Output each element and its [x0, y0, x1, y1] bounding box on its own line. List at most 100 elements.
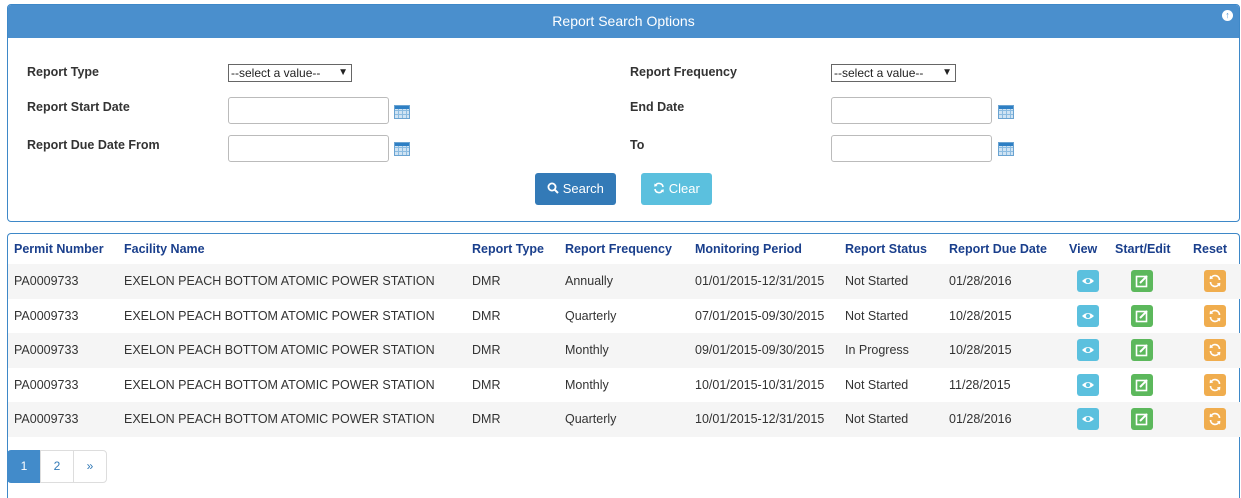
- search-panel: Report Search Options ↑ Report Type --se…: [7, 4, 1240, 222]
- table-row: PA0009733 EXELON PEACH BOTTOM ATOMIC POW…: [8, 299, 1241, 334]
- refresh-icon: [1209, 412, 1221, 426]
- search-button[interactable]: Search: [535, 173, 616, 205]
- monitoring-period-cell: 09/01/2015-09/30/2015: [695, 343, 825, 358]
- report-frequency-label: Report Frequency: [630, 65, 737, 79]
- reset-button[interactable]: [1204, 304, 1226, 327]
- col-permit-number[interactable]: Permit Number: [8, 234, 118, 264]
- edit-button[interactable]: [1131, 339, 1153, 362]
- facility-name-cell: EXELON PEACH BOTTOM ATOMIC POWER STATION: [124, 377, 435, 392]
- report-due-date-cell: 01/28/2016: [949, 274, 1012, 289]
- view-button[interactable]: [1077, 408, 1099, 431]
- report-type-cell: DMR: [472, 412, 501, 427]
- edit-icon: [1135, 310, 1148, 323]
- report-frequency-cell: Quarterly: [565, 412, 617, 427]
- monitoring-period-cell: 10/01/2015-12/31/2015: [695, 412, 825, 427]
- view-button[interactable]: [1077, 373, 1099, 396]
- search-panel-title: Report Search Options: [552, 13, 695, 29]
- table-row: PA0009733 EXELON PEACH BOTTOM ATOMIC POW…: [8, 402, 1241, 437]
- col-report-type[interactable]: Report Type: [466, 234, 559, 264]
- eye-icon: [1082, 347, 1094, 354]
- reports-table: Permit Number Facility Name Report Type …: [8, 234, 1241, 437]
- facility-name-cell: EXELON PEACH BOTTOM ATOMIC POWER STATION: [124, 308, 435, 323]
- calendar-icon[interactable]: [998, 142, 1014, 156]
- report-type-select[interactable]: --select a value-- ▼: [228, 64, 352, 82]
- report-status-cell: In Progress: [845, 343, 909, 358]
- to-label: To: [630, 138, 645, 152]
- eye-icon: [1082, 381, 1094, 388]
- to-date-input[interactable]: [831, 135, 992, 162]
- edit-icon: [1135, 275, 1148, 288]
- report-type-cell: DMR: [472, 377, 501, 392]
- report-due-date-cell: 10/28/2015: [949, 343, 1012, 358]
- pagination: 1 2 »: [7, 450, 107, 483]
- chevron-down-icon: ▼: [338, 67, 348, 78]
- reset-button[interactable]: [1204, 270, 1226, 293]
- reset-button[interactable]: [1204, 373, 1226, 396]
- col-report-status[interactable]: Report Status: [839, 234, 943, 264]
- permit-number-cell: PA0009733: [14, 412, 79, 427]
- report-type-label: Report Type: [27, 65, 99, 79]
- reset-button[interactable]: [1204, 408, 1226, 431]
- page-1-link[interactable]: 1: [7, 450, 41, 483]
- edit-button[interactable]: [1131, 408, 1153, 431]
- col-monitoring-period[interactable]: Monitoring Period: [689, 234, 839, 264]
- report-frequency-cell: Monthly: [565, 343, 609, 358]
- report-frequency-cell: Annually: [565, 274, 613, 289]
- table-header-row: Permit Number Facility Name Report Type …: [8, 234, 1241, 264]
- edit-icon: [1135, 413, 1148, 426]
- refresh-icon: [1209, 343, 1221, 357]
- report-start-date-label: Report Start Date: [27, 100, 130, 114]
- results-panel: Permit Number Facility Name Report Type …: [7, 233, 1241, 498]
- refresh-icon: [1209, 274, 1221, 288]
- end-date-input[interactable]: [831, 97, 992, 124]
- report-status-cell: Not Started: [845, 308, 909, 323]
- col-start-edit: Start/Edit: [1115, 242, 1171, 256]
- monitoring-period-cell: 10/01/2015-10/31/2015: [695, 377, 825, 392]
- report-status-cell: Not Started: [845, 377, 909, 392]
- search-panel-header[interactable]: Report Search Options ↑: [8, 5, 1239, 38]
- report-due-date-cell: 10/28/2015: [949, 308, 1012, 323]
- permit-number-cell: PA0009733: [14, 343, 79, 358]
- monitoring-period-cell: 01/01/2015-12/31/2015: [695, 274, 825, 289]
- edit-icon: [1135, 379, 1148, 392]
- facility-name-cell: EXELON PEACH BOTTOM ATOMIC POWER STATION: [124, 343, 435, 358]
- page-2-link[interactable]: 2: [40, 450, 74, 483]
- view-button[interactable]: [1077, 339, 1099, 362]
- col-report-due-date[interactable]: Report Due Date: [943, 234, 1063, 264]
- refresh-icon: [654, 182, 664, 194]
- report-status-cell: Not Started: [845, 412, 909, 427]
- calendar-icon[interactable]: [998, 105, 1014, 119]
- reset-button[interactable]: [1204, 339, 1226, 362]
- clear-button[interactable]: Clear: [641, 173, 712, 205]
- permit-number-cell: PA0009733: [14, 377, 79, 392]
- permit-number-cell: PA0009733: [14, 308, 79, 323]
- facility-name-cell: EXELON PEACH BOTTOM ATOMIC POWER STATION: [124, 274, 435, 289]
- next-page-link[interactable]: »: [73, 450, 107, 483]
- view-button[interactable]: [1077, 270, 1099, 293]
- eye-icon: [1082, 416, 1094, 423]
- end-date-label: End Date: [630, 100, 685, 114]
- chevron-down-icon: ▼: [942, 67, 952, 78]
- edit-button[interactable]: [1131, 270, 1153, 293]
- table-row: PA0009733 EXELON PEACH BOTTOM ATOMIC POW…: [8, 264, 1241, 299]
- table-row: PA0009733 EXELON PEACH BOTTOM ATOMIC POW…: [8, 333, 1241, 368]
- search-icon: [547, 182, 559, 194]
- view-button[interactable]: [1077, 304, 1099, 327]
- report-due-date-cell: 11/28/2015: [949, 377, 1011, 392]
- permit-number-cell: PA0009733: [14, 274, 79, 289]
- facility-name-cell: EXELON PEACH BOTTOM ATOMIC POWER STATION: [124, 412, 435, 427]
- collapse-icon[interactable]: ↑: [1222, 10, 1233, 21]
- calendar-icon[interactable]: [394, 105, 410, 119]
- report-frequency-select[interactable]: --select a value-- ▼: [831, 64, 956, 82]
- report-due-date-from-input[interactable]: [228, 135, 389, 162]
- report-frequency-cell: Quarterly: [565, 308, 617, 323]
- report-start-date-input[interactable]: [228, 97, 389, 124]
- edit-button[interactable]: [1131, 304, 1153, 327]
- col-report-frequency[interactable]: Report Frequency: [559, 234, 689, 264]
- col-facility-name[interactable]: Facility Name: [118, 234, 466, 264]
- edit-button[interactable]: [1131, 373, 1153, 396]
- report-type-cell: DMR: [472, 308, 501, 323]
- report-due-date-from-label: Report Due Date From: [27, 138, 160, 152]
- report-status-cell: Not Started: [845, 274, 909, 289]
- calendar-icon[interactable]: [394, 142, 410, 156]
